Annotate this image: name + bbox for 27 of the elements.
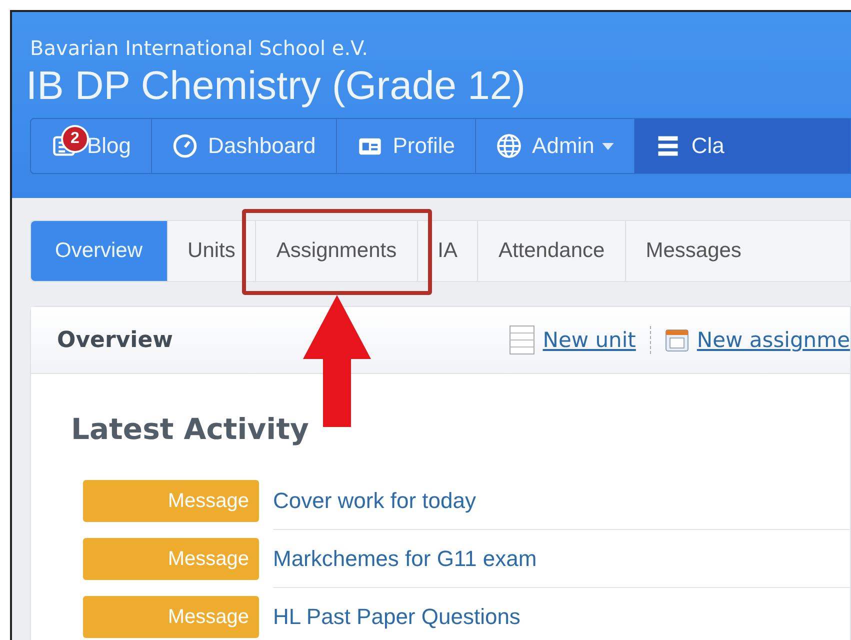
type-tag: Message (83, 480, 259, 522)
nav-item[interactable]: Profile (336, 119, 476, 173)
tab[interactable]: Attendance (478, 221, 626, 281)
globe-icon (496, 133, 522, 159)
section-heading: Latest Activity (71, 412, 310, 446)
tab[interactable]: Assignments (256, 221, 418, 281)
activity-link[interactable]: Markchemes for G11 exam (273, 530, 850, 588)
calendar-icon (664, 328, 689, 352)
tab[interactable]: Units (168, 221, 256, 281)
card-title: Overview (57, 328, 173, 352)
action-link[interactable]: New assignme (696, 328, 850, 352)
course-title: IB DP Chemistry (Grade 12) (26, 63, 526, 110)
tab[interactable]: Overview (31, 221, 168, 281)
notification-badge: 2 (63, 127, 87, 151)
document-icon (508, 325, 535, 355)
nav-item[interactable]: Dashboard (152, 119, 337, 173)
nav-item[interactable]: Cla (635, 119, 850, 173)
organization-name: Bavarian International School e.V. (30, 36, 370, 60)
tab[interactable]: Messages (626, 221, 850, 281)
type-tag: Message (83, 538, 259, 580)
type-tag: Message (83, 596, 259, 638)
tab[interactable]: IA (418, 221, 478, 281)
action-link[interactable]: New unit (542, 328, 636, 352)
activity-link[interactable]: Cover work for today (273, 472, 850, 530)
gauge-icon (172, 133, 198, 159)
activity-link[interactable]: HL Past Paper Questions (273, 588, 850, 640)
nav-item[interactable]: 2 Blog (31, 119, 152, 173)
